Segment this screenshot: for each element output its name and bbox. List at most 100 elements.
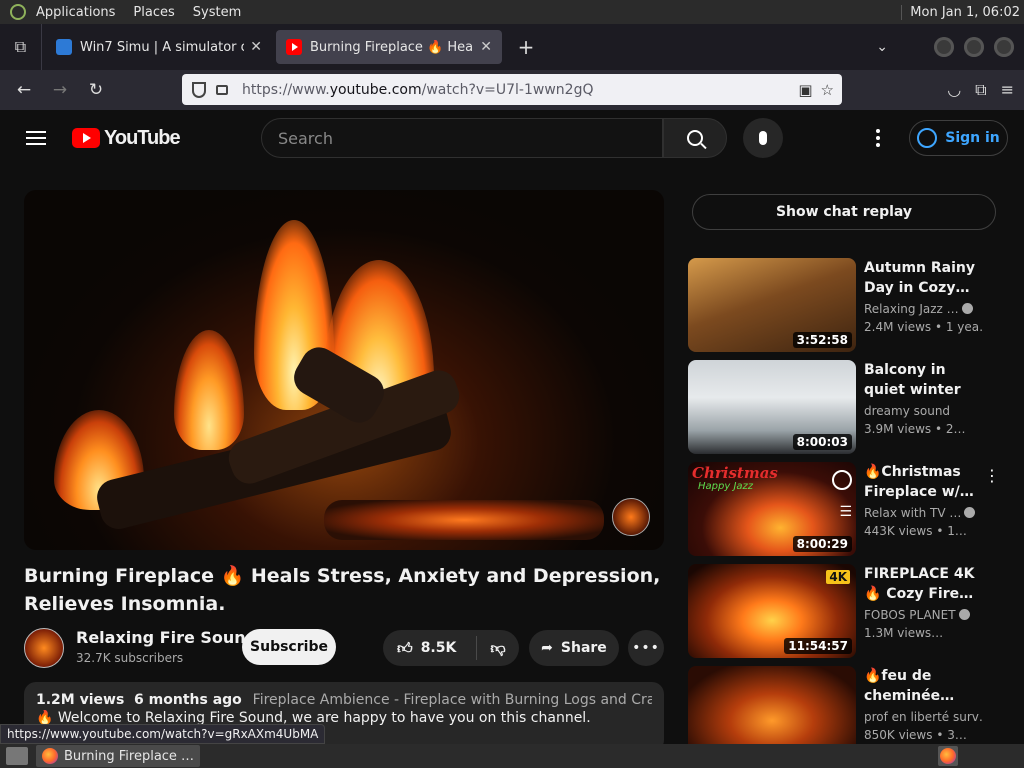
subscribe-button[interactable]: Subscribe [242, 629, 336, 665]
recommended-video[interactable]: 4K 11:54:57 FIREPLACE 4K 🔥 Cozy Fire… FO… [688, 564, 1018, 658]
youtube-logo[interactable]: YouTube [72, 126, 181, 150]
thumbs-up-icon: 👍︎ [397, 638, 413, 657]
video-player[interactable] [24, 190, 664, 550]
sign-in-label: Sign in [945, 130, 1000, 146]
share-arrow-icon: ➦ [541, 640, 553, 656]
address-bar[interactable]: https://www. youtube.com/watch?v=U7l-1wwn… [182, 74, 842, 105]
tab-overview-button[interactable]: ⧉ [0, 24, 42, 70]
minimize-window-button[interactable] [934, 37, 954, 57]
close-tab-icon[interactable]: ✕ [480, 39, 492, 55]
video-thumbnail[interactable]: 3:52:58 [688, 258, 856, 352]
thumbnail-subtext: Happy Jazz [698, 481, 754, 492]
video-thumbnail[interactable] [688, 666, 856, 744]
like-count: 8.5K [420, 640, 457, 656]
video-thumbnail[interactable]: 8:00:03 [688, 360, 856, 454]
tab-title: Burning Fireplace 🔥 Heals S [310, 39, 474, 55]
new-tab-button[interactable]: + [508, 35, 544, 59]
tracking-protection-icon[interactable] [192, 81, 206, 98]
applications-menu[interactable]: Applications [36, 5, 115, 20]
list-all-tabs-icon[interactable]: ⌄ [876, 39, 888, 55]
maximize-window-button[interactable] [964, 37, 984, 57]
recommended-channel[interactable]: Relax with TV … [864, 506, 982, 520]
forward-button[interactable]: → [42, 74, 78, 106]
youtube-wordmark: YouTube [104, 126, 181, 149]
tab-title: Win7 Simu | A simulator of W [80, 39, 244, 55]
description-tags: Fireplace Ambience - Fireplace with Burn… [252, 692, 652, 708]
url-prefix: https://www. [242, 81, 330, 98]
tab-win7-simu[interactable]: Win7 Simu | A simulator of W ✕ [46, 30, 272, 64]
close-window-button[interactable] [994, 37, 1014, 57]
lock-icon[interactable] [216, 84, 228, 95]
channel-watermark[interactable] [612, 498, 650, 536]
more-vertical-icon[interactable]: ⋮ [984, 466, 1000, 485]
video-duration: 8:00:29 [792, 536, 852, 552]
system-menu[interactable]: System [193, 5, 241, 20]
dislike-button[interactable]: 👎︎ [477, 639, 519, 658]
recommended-stats: 3.9M views • 2… [864, 422, 966, 436]
show-desktop-button[interactable] [6, 747, 28, 765]
guide-menu-icon[interactable] [26, 127, 46, 149]
video-thumbnail[interactable]: Christmas Happy Jazz ☰ 8:00:29 [688, 462, 856, 556]
recommended-title[interactable]: Balcony in quiet winter mountain… [864, 360, 980, 400]
reader-view-icon[interactable]: ▣ [798, 81, 812, 99]
youtube-masthead: YouTube Search Sign in [0, 110, 1024, 166]
like-button[interactable]: 👍︎ 8.5K [383, 636, 477, 660]
recommended-title[interactable]: Autumn Rainy Day in Cozy… [864, 258, 980, 298]
taskbar-window-title: Burning Fireplace … [64, 748, 195, 764]
bookmark-star-icon[interactable]: ☆ [821, 81, 834, 99]
watch-later-icon[interactable] [832, 470, 852, 490]
globe-icon [56, 39, 72, 55]
pocket-icon[interactable]: ◡ [947, 80, 961, 100]
recommended-title[interactable]: 🔥feu de cheminée… [864, 666, 980, 706]
recommended-stats: 443K views • 1… [864, 524, 967, 538]
taskbar-window-button[interactable]: Burning Fireplace … [36, 745, 200, 767]
recommended-video[interactable]: 3:52:58 Autumn Rainy Day in Cozy… Relaxi… [688, 258, 1018, 352]
settings-more-icon[interactable] [876, 129, 880, 150]
channel-avatar[interactable] [24, 628, 64, 668]
back-button[interactable]: ← [6, 74, 42, 106]
recommended-title[interactable]: 🔥Christmas Fireplace w/… [864, 462, 980, 502]
more-actions-button[interactable]: ••• [628, 630, 664, 666]
share-button[interactable]: ➦ Share [529, 630, 619, 666]
recommended-video[interactable]: 🔥feu de cheminée… prof en liberté surv… … [688, 666, 1018, 744]
tab-tray-icon: ⧉ [14, 37, 27, 56]
account-icon [917, 128, 938, 148]
recommended-channel[interactable]: dreamy sound [864, 404, 982, 418]
voice-search-button[interactable] [743, 118, 783, 158]
search-button[interactable] [663, 118, 727, 158]
reload-button[interactable]: ↻ [78, 74, 114, 106]
more-horizontal-icon: ••• [632, 640, 660, 656]
places-menu[interactable]: Places [133, 5, 174, 20]
recommended-channel[interactable]: FOBOS PLANET [864, 608, 982, 622]
verified-badge-icon [961, 303, 973, 314]
tab-burning-fireplace[interactable]: Burning Fireplace 🔥 Heals S ✕ [276, 30, 502, 64]
youtube-icon [286, 39, 302, 55]
recommended-channel[interactable]: Relaxing Jazz … [864, 302, 982, 316]
search-icon [687, 130, 703, 146]
recommended-video[interactable]: Christmas Happy Jazz ☰ 8:00:29 🔥Christma… [688, 462, 1018, 556]
recommended-stats: 850K views • 3… [864, 728, 967, 742]
firefox-icon [940, 748, 956, 764]
recommended-title[interactable]: FIREPLACE 4K 🔥 Cozy Fire… [864, 564, 980, 604]
video-thumbnail[interactable]: 4K 11:54:57 [688, 564, 856, 658]
distro-logo-icon[interactable] [10, 4, 26, 20]
like-dislike-bar: 👍︎ 8.5K 👎︎ [383, 630, 519, 666]
app-menu-icon[interactable]: ≡ [1001, 80, 1014, 100]
system-top-panel: Applications Places System Mon Jan 1, 06… [0, 0, 1024, 24]
search-input[interactable]: Search [261, 118, 663, 158]
video-title: Burning Fireplace 🔥 Heals Stress, Anxiet… [24, 565, 661, 615]
close-tab-icon[interactable]: ✕ [250, 39, 262, 55]
recommended-channel[interactable]: prof en liberté surv… [864, 710, 982, 724]
channel-name[interactable]: Relaxing Fire Sound [76, 628, 257, 647]
recommended-video[interactable]: 8:00:03 Balcony in quiet winter mountain… [688, 360, 1018, 454]
firefox-icon [42, 748, 58, 764]
4k-badge: 4K [826, 570, 850, 584]
browser-nav-bar: ← → ↻ https://www. youtube.com/watch?v=U7… [0, 70, 1024, 110]
add-to-queue-icon[interactable]: ☰ [839, 504, 852, 520]
panel-clock[interactable]: Mon Jan 1, 06:02 [901, 4, 1020, 20]
show-chat-replay-button[interactable]: Show chat replay [692, 194, 996, 230]
extensions-icon[interactable]: ⧉ [975, 80, 986, 100]
tray-firefox-launcher[interactable] [938, 746, 958, 766]
url-host: youtube.com [329, 81, 422, 98]
sign-in-button[interactable]: Sign in [909, 120, 1008, 156]
